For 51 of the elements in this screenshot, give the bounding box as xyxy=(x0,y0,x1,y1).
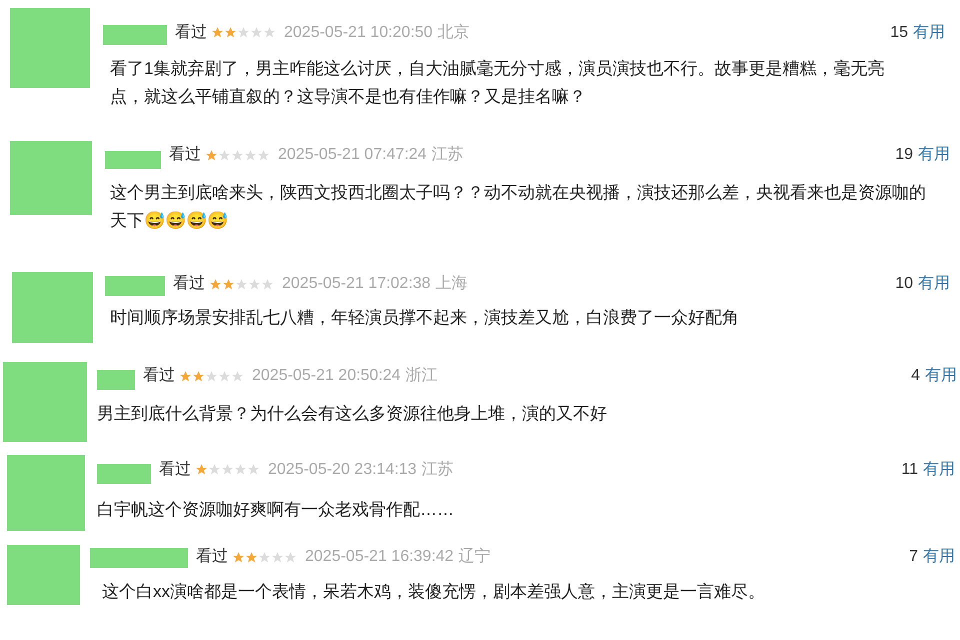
useful-link[interactable]: 有用 xyxy=(923,458,955,482)
watch-status: 看过 xyxy=(169,144,201,165)
watch-status: 看过 xyxy=(159,460,191,480)
review-text: 时间顺序场景安排乱七八糟，年轻演员撑不起来，演技差又尬，白浪费了一众好配角 xyxy=(110,307,740,329)
filled-star-icon xyxy=(224,26,237,39)
review-location: 辽宁 xyxy=(458,546,491,567)
redacted-name xyxy=(97,464,151,484)
useful-link[interactable]: 有用 xyxy=(913,20,945,44)
vote-count: 11 xyxy=(901,460,918,480)
watch-status: 看过 xyxy=(143,366,175,386)
review-text: 这个白xx演啥都是一个表情，呆若木鸡，装傻充愣，剧本差强人意，主演更是一言难尽。 xyxy=(102,581,766,603)
filled-star-icon xyxy=(222,278,235,290)
useful-link[interactable]: 有用 xyxy=(925,364,957,388)
useful-link[interactable]: 有用 xyxy=(918,272,950,296)
watch-status: 看过 xyxy=(173,274,205,294)
filled-star-icon xyxy=(205,148,218,162)
review-location: 北京 xyxy=(438,22,470,42)
useful-link[interactable]: 有用 xyxy=(918,143,950,167)
review-time: 2025-05-21 20:50:24 xyxy=(252,366,401,386)
review-time: 2025-05-21 07:47:24 xyxy=(278,145,427,165)
useful-link[interactable]: 有用 xyxy=(923,545,955,569)
review-location: 上海 xyxy=(436,274,468,294)
redacted-name xyxy=(103,25,167,45)
watch-status: 看过 xyxy=(196,546,228,567)
redacted-name xyxy=(105,151,161,169)
redacted-name xyxy=(105,276,165,296)
vote-count: 15 xyxy=(890,22,908,42)
vote-count: 4 xyxy=(911,366,920,386)
filled-star-icon xyxy=(211,26,224,39)
review-location: 浙江 xyxy=(406,366,438,386)
vote-count: 19 xyxy=(895,145,913,165)
vote-count: 7 xyxy=(909,547,918,567)
review-location: 江苏 xyxy=(422,460,454,480)
filled-star-icon xyxy=(192,370,205,382)
review-time: 2025-05-21 17:02:38 xyxy=(282,274,431,294)
filled-star-icon xyxy=(245,550,258,564)
filled-star-icon xyxy=(179,370,192,382)
review-location: 江苏 xyxy=(432,144,464,165)
review-time: 2025-05-21 10:20:50 xyxy=(284,22,433,42)
watch-status: 看过 xyxy=(175,22,207,42)
filled-star-icon xyxy=(209,278,222,290)
filled-star-icon xyxy=(232,550,245,564)
review-time: 2025-05-21 16:39:42 xyxy=(305,547,454,567)
review-text: 白宇帆这个资源咖好爽啊有一众老戏骨作配…… xyxy=(97,499,455,521)
review-text: 看了1集就弃剧了，男主咋能这么讨厌，自大油腻毫无分寸感，演员演技也不行。故事更是糟糕，毫无亮点，就这么平铺直叙的？这导演不是也有佳作嘛？又是挂名嘛？ xyxy=(110,58,886,108)
vote-count: 10 xyxy=(895,274,913,294)
review-text: 这个男主到底啥来头，陕西文投西北圈太子吗？？动不动就在央视播，演技还那么差，央视看来也是资源咖的天下😅😅😅😅 xyxy=(110,182,927,232)
filled-star-icon xyxy=(195,463,208,476)
redacted-name xyxy=(97,370,135,390)
review-text: 男主到底什么背景？为什么会有这么多资源往他身上堆，演的又不好 xyxy=(97,403,608,425)
review-time: 2025-05-20 23:14:13 xyxy=(268,460,417,480)
